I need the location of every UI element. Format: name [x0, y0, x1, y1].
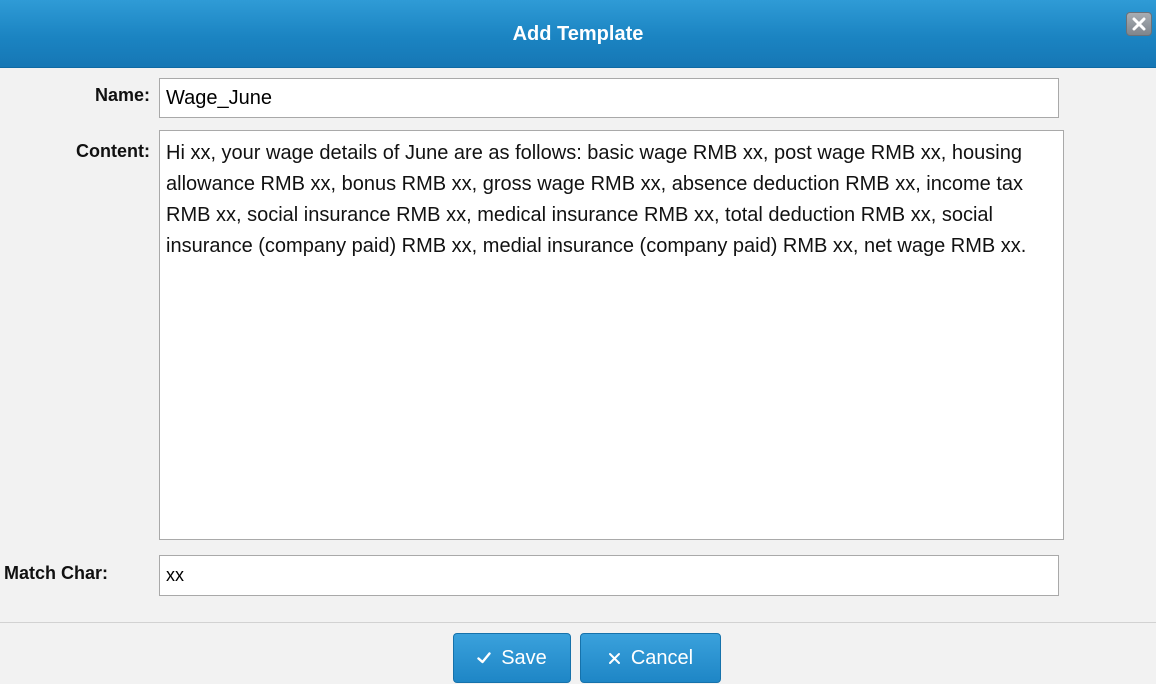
close-icon	[1132, 17, 1146, 31]
dialog-titlebar: Add Template	[0, 0, 1156, 68]
save-button[interactable]: Save	[453, 633, 571, 683]
match-char-label: Match Char:	[4, 563, 109, 583]
content-label: Content:	[76, 141, 150, 161]
name-label: Name:	[94, 85, 150, 105]
cancel-button[interactable]: Cancel	[580, 633, 721, 683]
content-textarea[interactable]: Hi xx, your wage details of June are as …	[159, 130, 1064, 540]
save-button-label: Save	[501, 646, 547, 669]
footer-divider	[0, 622, 1156, 623]
close-button[interactable]	[1126, 12, 1152, 36]
name-input[interactable]	[159, 78, 1059, 118]
add-template-dialog: Add Template Name: Content: Hi xx, your …	[0, 0, 1156, 684]
dialog-title: Add Template	[512, 23, 644, 45]
x-icon	[608, 652, 621, 665]
match-char-input[interactable]	[159, 555, 1059, 596]
cancel-button-label: Cancel	[630, 646, 694, 669]
checkmark-icon	[477, 652, 491, 664]
